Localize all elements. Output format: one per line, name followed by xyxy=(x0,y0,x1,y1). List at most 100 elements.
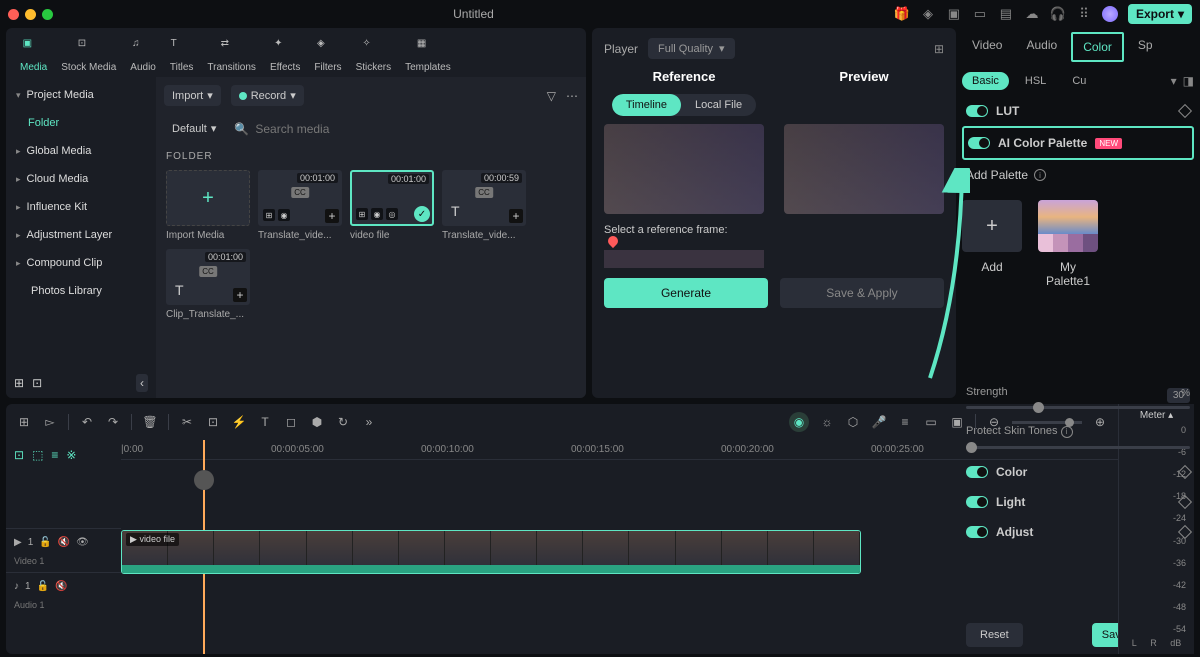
new-folder-icon[interactable]: ⊡ xyxy=(32,376,42,390)
minimize-icon[interactable] xyxy=(25,9,36,20)
lut-section[interactable]: LUT xyxy=(962,96,1194,126)
filter-icon[interactable]: ▽ xyxy=(547,89,556,103)
tag-icon[interactable]: ⬢ xyxy=(309,414,325,430)
lock-icon[interactable]: 🔓 xyxy=(37,581,49,592)
delete-icon[interactable]: 🗑 xyxy=(142,414,158,430)
tree-folder[interactable]: Folder xyxy=(6,109,156,137)
undo-icon[interactable]: ↶ xyxy=(79,414,95,430)
video-track-header[interactable]: ▶1 🔓 🔇 👁 xyxy=(6,528,121,556)
video-clip[interactable]: ▶ video file xyxy=(121,530,861,574)
save-icon[interactable]: ▤ xyxy=(998,6,1014,22)
grid-icon[interactable]: ⊞ xyxy=(16,414,32,430)
avatar[interactable] xyxy=(1102,6,1118,22)
lut-toggle[interactable] xyxy=(966,105,988,117)
more-icon[interactable]: » xyxy=(361,414,377,430)
tab-speed[interactable]: Sp xyxy=(1128,32,1163,62)
tab-transitions[interactable]: ⇄Transitions xyxy=(201,34,262,77)
zoom-slider[interactable] xyxy=(1012,421,1082,424)
sort-dropdown[interactable]: Default▾ xyxy=(164,118,224,139)
tab-audio[interactable]: ♫Audio xyxy=(124,34,162,77)
audio-track-header[interactable]: ♪1 🔓 🔇 xyxy=(6,572,121,600)
ai-color-palette-section[interactable]: AI Color Palette NEW xyxy=(962,126,1194,160)
gift-icon[interactable]: 🎁 xyxy=(894,6,910,22)
subtab-basic[interactable]: Basic xyxy=(962,72,1009,90)
magnet-icon[interactable]: ※ xyxy=(66,448,76,462)
search-input[interactable]: 🔍Search media xyxy=(234,122,578,136)
tree-global-media[interactable]: ▸Global Media xyxy=(6,137,156,165)
grid-icon[interactable]: ⠿ xyxy=(1076,6,1092,22)
import-media-tile[interactable]: + Import Media xyxy=(166,170,250,241)
image-icon[interactable]: ▭ xyxy=(923,414,939,430)
media-tile[interactable]: 00:01:00CC⊞◉+ Translate_vide... xyxy=(258,170,342,241)
cut-icon[interactable]: ✂ xyxy=(179,414,195,430)
link-icon[interactable]: ⊡ xyxy=(14,448,24,462)
screenshot-icon[interactable]: ▣ xyxy=(949,414,965,430)
tab-stock-media[interactable]: ⊡Stock Media xyxy=(55,34,122,77)
tab-stickers[interactable]: ✧Stickers xyxy=(350,34,398,77)
generate-button[interactable]: Generate xyxy=(604,278,768,308)
add-clip-icon[interactable]: + xyxy=(509,209,523,223)
import-dropdown[interactable]: Import▾ xyxy=(164,85,221,106)
export-button[interactable]: Export▾ xyxy=(1128,4,1192,24)
chain-icon[interactable]: ⬚ xyxy=(32,448,43,462)
add-clip-icon[interactable]: + xyxy=(325,209,339,223)
mic-icon[interactable]: 🎤 xyxy=(871,414,887,430)
tab-templates[interactable]: ▦Templates xyxy=(399,34,457,77)
subtab-curves[interactable]: Cu xyxy=(1062,72,1096,90)
tab-titles[interactable]: TTitles xyxy=(164,34,200,77)
frame-strip[interactable] xyxy=(604,250,764,268)
localfile-tab[interactable]: Local File xyxy=(681,94,756,116)
tree-influence-kit[interactable]: ▸Influence Kit xyxy=(6,193,156,221)
list-icon[interactable]: ≡ xyxy=(897,414,913,430)
brightness-icon[interactable]: ☼ xyxy=(819,414,835,430)
box-icon[interactable]: ▣ xyxy=(946,6,962,22)
keyframe-icon[interactable] xyxy=(1178,104,1192,118)
cloud-icon[interactable]: ☁ xyxy=(1024,6,1040,22)
lock-icon[interactable]: 🔓 xyxy=(39,537,51,548)
palette-tile[interactable]: My Palette1 xyxy=(1038,200,1098,288)
cursor-icon[interactable]: ▻ xyxy=(42,414,58,430)
time-ruler[interactable]: |0:00 00:00:05:00 00:00:10:00 00:00:15:0… xyxy=(121,440,1118,460)
chevron-down-icon[interactable]: ▾ xyxy=(1171,74,1177,88)
crop-icon[interactable]: ⊡ xyxy=(205,414,221,430)
compare-icon[interactable]: ◨ xyxy=(1183,74,1194,88)
tree-cloud-media[interactable]: ▸Cloud Media xyxy=(6,165,156,193)
ai-icon[interactable]: ◉ xyxy=(789,412,809,432)
tree-photos-library[interactable]: Photos Library xyxy=(6,277,156,305)
frame-marker[interactable] xyxy=(606,234,620,248)
refresh-icon[interactable]: ↻ xyxy=(335,414,351,430)
tree-compound-clip[interactable]: ▸Compound Clip xyxy=(6,249,156,277)
record-dropdown[interactable]: Record▾ xyxy=(231,85,304,106)
compare-icon[interactable]: ⊞ xyxy=(934,42,944,56)
zoom-in-icon[interactable]: ⊕ xyxy=(1092,414,1108,430)
collapse-icon[interactable]: ‹ xyxy=(136,374,148,392)
tab-filters[interactable]: ◈Filters xyxy=(308,34,347,77)
add-clip-icon[interactable]: + xyxy=(233,288,247,302)
tab-audio[interactable]: Audio xyxy=(1016,32,1067,62)
subtab-hsl[interactable]: HSL xyxy=(1015,72,1056,90)
tree-adjustment-layer[interactable]: ▸Adjustment Layer xyxy=(6,221,156,249)
mask-icon[interactable]: ◻ xyxy=(283,414,299,430)
mute-icon[interactable]: 🔇 xyxy=(58,537,70,548)
tab-video[interactable]: Video xyxy=(962,32,1012,62)
quality-dropdown[interactable]: Full Quality▾ xyxy=(648,38,735,59)
track-area[interactable]: |0:00 00:00:05:00 00:00:10:00 00:00:15:0… xyxy=(121,440,1118,654)
speed-icon[interactable]: ⚡ xyxy=(231,414,247,430)
add-folder-icon[interactable]: ⊞ xyxy=(14,376,24,390)
timeline-tab[interactable]: Timeline xyxy=(612,94,681,116)
tab-effects[interactable]: ✦Effects xyxy=(264,34,306,77)
strength-track[interactable] xyxy=(966,406,1190,409)
tree-project-media[interactable]: ▾Project Media xyxy=(6,81,156,109)
meter-label[interactable]: Meter ▴ xyxy=(1125,410,1188,421)
redo-icon[interactable]: ↷ xyxy=(105,414,121,430)
close-icon[interactable] xyxy=(8,9,19,20)
media-tile[interactable]: 00:00:59CCT+ Translate_vide... xyxy=(442,170,526,241)
maximize-icon[interactable] xyxy=(42,9,53,20)
display-icon[interactable]: ▭ xyxy=(972,6,988,22)
layer-icon[interactable]: ≡ xyxy=(51,448,58,462)
more-icon[interactable]: ⋯ xyxy=(566,89,578,103)
info-icon[interactable]: i xyxy=(1034,169,1046,181)
text-icon[interactable]: T xyxy=(257,414,273,430)
media-tile-selected[interactable]: 00:01:00⊞◉◎✓ video file xyxy=(350,170,434,241)
tab-color[interactable]: Color xyxy=(1071,32,1124,62)
